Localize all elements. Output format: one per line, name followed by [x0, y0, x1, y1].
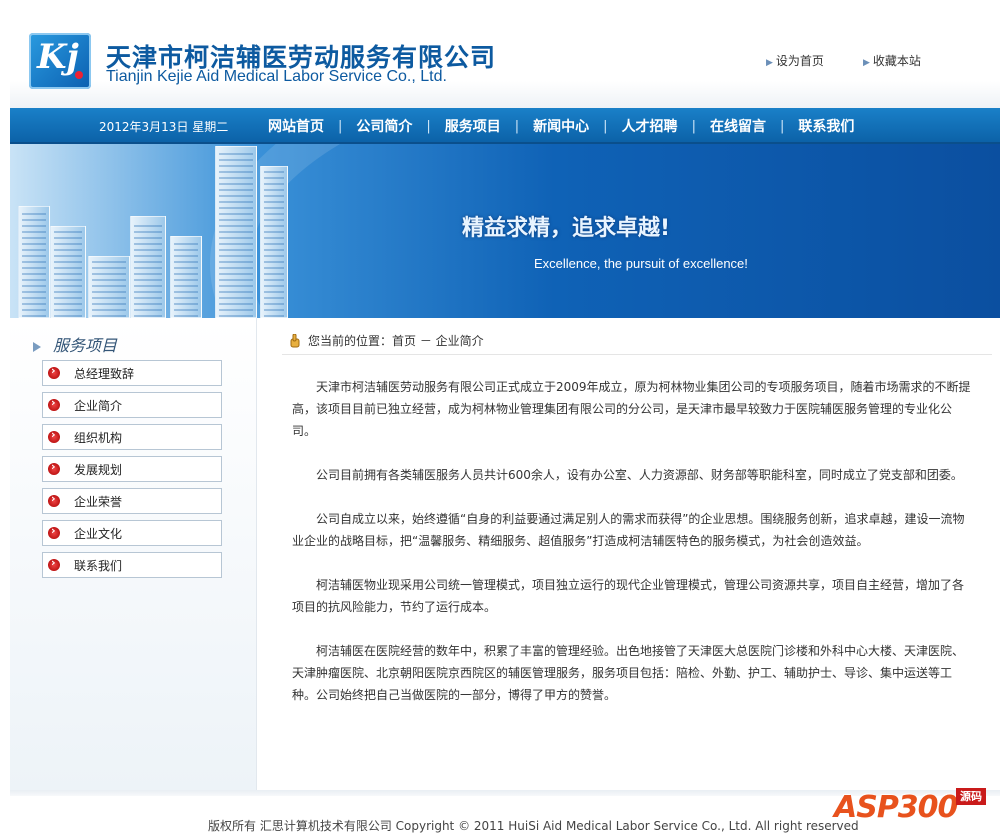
watermark-tag: 源码: [956, 788, 986, 805]
red-arrow-bullet-icon: [48, 492, 60, 507]
red-arrow-bullet-icon: [48, 460, 60, 475]
red-arrow-bullet-icon: [48, 556, 60, 571]
red-arrow-bullet-icon: [48, 524, 60, 539]
header: Kj 天津市柯洁辅医劳动服务有限公司 Tianjin Kejie Aid Med…: [10, 0, 1000, 108]
sidebar-item-culture[interactable]: 企业文化: [42, 520, 222, 546]
main-nav: 网站首页 | 公司简介 | 服务项目 | 新闻中心 | 人才招聘 | 在线留言 …: [268, 116, 854, 136]
triangle-icon: ▶: [766, 58, 773, 68]
footer-copyright: 版权所有 汇思计算机技术有限公司 Copyright © 2011 HuiSi …: [208, 819, 859, 833]
sidebar: 服务项目 总经理致辞 企业简介 组织机构 发展规划 企业荣誉 企业文化 联系我们: [10, 318, 257, 790]
company-logo[interactable]: Kj: [29, 33, 91, 89]
play-arrow-icon: [33, 341, 41, 352]
sidebar-item-honors[interactable]: 企业荣誉: [42, 488, 222, 514]
nav-about[interactable]: 公司简介: [356, 116, 412, 136]
pointing-hand-icon: [290, 333, 300, 347]
sidebar-menu: 总经理致辞 企业简介 组织机构 发展规划 企业荣誉 企业文化 联系我们: [42, 360, 222, 584]
breadcrumb-divider: [282, 354, 992, 355]
page: Kj 天津市柯洁辅医劳动服务有限公司 Tianjin Kejie Aid Med…: [10, 0, 1000, 834]
article-paragraph: 柯洁辅医在医院经营的数年中，积累了丰富的管理经验。出色地接管了天津医大总医院门诊…: [292, 644, 965, 702]
sidebar-item-contact[interactable]: 联系我们: [42, 552, 222, 578]
set-homepage-link[interactable]: ▶ 设为首页: [766, 52, 824, 69]
red-arrow-bullet-icon: [48, 396, 60, 411]
article-paragraph: 公司目前拥有各类辅医服务人员共计600余人，设有办公室、人力资源部、财务部等职能…: [316, 468, 963, 482]
bookmark-site-link[interactable]: ▶ 收藏本站: [863, 52, 921, 69]
main-nav-bar: 2012年3月13日 星期二 网站首页 | 公司简介 | 服务项目 | 新闻中心…: [10, 108, 1000, 144]
breadcrumb: 您当前的位置：首页 － 企业简介: [288, 332, 484, 349]
nav-news[interactable]: 新闻中心: [533, 116, 589, 136]
watermark-logo: ASP300 源码: [822, 782, 992, 834]
slogan-cn: 精益求精，追求卓越!: [462, 216, 671, 241]
building-graphic: [18, 206, 50, 318]
banner: 精益求精，追求卓越! Excellence, the pursuit of ex…: [10, 144, 1000, 318]
triangle-icon: ▶: [863, 58, 870, 68]
article-body: 天津市柯洁辅医劳动服务有限公司正式成立于2009年成立，原为柯林物业集团公司的专…: [292, 376, 972, 728]
company-name-en: Tianjin Kejie Aid Medical Labor Service …: [106, 68, 447, 85]
main-content: 您当前的位置：首页 － 企业简介 天津市柯洁辅医劳动服务有限公司正式成立于200…: [272, 318, 994, 790]
slogan-en: Excellence, the pursuit of excellence!: [534, 256, 748, 271]
nav-services[interactable]: 服务项目: [445, 116, 501, 136]
sidebar-item-planning[interactable]: 发展规划: [42, 456, 222, 482]
nav-jobs[interactable]: 人才招聘: [622, 116, 678, 136]
nav-message[interactable]: 在线留言: [710, 116, 766, 136]
article-paragraph: 公司自成立以来，始终遵循“自身的利益要通过满足别人的需求而获得”的企业思想。围绕…: [292, 512, 965, 548]
current-date: 2012年3月13日 星期二: [99, 120, 229, 134]
red-arrow-bullet-icon: [48, 428, 60, 443]
watermark-text: ASP300: [834, 790, 958, 825]
sidebar-item-profile[interactable]: 企业简介: [42, 392, 222, 418]
nav-home[interactable]: 网站首页: [268, 116, 324, 136]
article-paragraph: 柯洁辅医物业现采用公司统一管理模式，项目独立运行的现代企业管理模式，管理公司资源…: [292, 578, 965, 614]
logo-dot-icon: [75, 71, 83, 79]
nav-contact[interactable]: 联系我们: [798, 116, 854, 136]
sidebar-title: 服务项目: [33, 332, 117, 356]
red-arrow-bullet-icon: [48, 364, 60, 379]
sidebar-item-organization[interactable]: 组织机构: [42, 424, 222, 450]
sidebar-item-gm-speech[interactable]: 总经理致辞: [42, 360, 222, 386]
article-paragraph: 天津市柯洁辅医劳动服务有限公司正式成立于2009年成立，原为柯林物业集团公司的专…: [292, 380, 971, 438]
logo-letters: Kj: [37, 37, 79, 77]
